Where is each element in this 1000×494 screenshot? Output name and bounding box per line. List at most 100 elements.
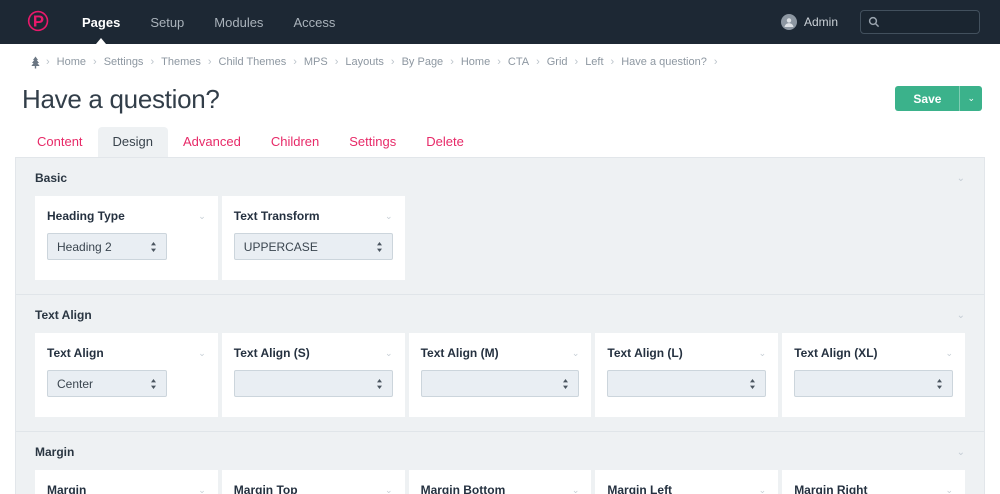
nav-item-modules[interactable]: Modules	[199, 0, 278, 44]
field-label: Margin Right	[794, 483, 868, 494]
tab-settings[interactable]: Settings	[334, 127, 411, 157]
nav-menu: Pages Setup Modules Access	[67, 0, 350, 44]
search-input[interactable]	[886, 16, 972, 28]
section-collapse-chevron-icon[interactable]: ⌄	[957, 310, 965, 321]
breadcrumb-item[interactable]: MPS	[304, 56, 328, 68]
field-label-row: Text Align (XL) ⌄	[794, 346, 953, 360]
field-grid: Margin ⌄ Medium is a good starting point…	[35, 470, 965, 494]
breadcrumb-separator: ›	[207, 56, 212, 68]
breadcrumb-separator: ›	[610, 56, 615, 68]
section-title: Basic	[35, 171, 68, 185]
field-collapse-chevron-icon[interactable]: ⌄	[198, 211, 206, 222]
field-label-row: Text Transform ⌄	[234, 209, 393, 223]
field-label: Text Align (M)	[420, 346, 499, 360]
tab-bar: Content Design Advanced Children Setting…	[0, 127, 1000, 157]
nav-search-box[interactable]	[860, 10, 980, 34]
section-header: Basic ⌄	[35, 171, 965, 185]
breadcrumb-item[interactable]: Home	[461, 56, 490, 68]
select-text-transform[interactable]: UPPERCASE	[233, 233, 393, 260]
field-collapse-chevron-icon[interactable]: ⌄	[385, 211, 393, 222]
tab-children[interactable]: Children	[256, 127, 334, 157]
field-collapse-chevron-icon[interactable]: ⌄	[572, 348, 580, 359]
breadcrumb-item[interactable]: CTA	[508, 56, 529, 68]
field-label-row: Margin Right ⌄	[794, 483, 953, 494]
nav-item-pages[interactable]: Pages	[67, 0, 135, 44]
breadcrumb-separator: ›	[450, 56, 454, 68]
tab-delete[interactable]: Delete	[411, 127, 479, 157]
save-dropdown-button[interactable]: ⌄	[959, 86, 982, 111]
field-collapse-chevron-icon[interactable]: ⌄	[759, 485, 767, 494]
breadcrumb-item[interactable]: Home	[57, 56, 86, 68]
field-label-row: Margin Top ⌄	[234, 483, 393, 494]
tab-design[interactable]: Design	[97, 127, 169, 157]
title-row: Have a question? Save ⌄	[0, 80, 1000, 115]
field-label-row: Margin Bottom ⌄	[421, 483, 580, 494]
field-label-row: Text Align (S) ⌄	[234, 346, 393, 360]
section-collapse-chevron-icon[interactable]: ⌄	[957, 447, 965, 458]
breadcrumb-item[interactable]: Child Themes	[219, 56, 287, 68]
breadcrumb-separator: ›	[536, 56, 540, 68]
field-collapse-chevron-icon[interactable]: ⌄	[385, 485, 393, 494]
select-text-align-l-[interactable]	[607, 370, 767, 397]
field-label: Margin Bottom	[420, 483, 506, 494]
nav-item-access[interactable]: Access	[278, 0, 350, 44]
breadcrumb-item[interactable]: Themes	[161, 56, 201, 68]
field-label-row: Heading Type ⌄	[47, 209, 206, 223]
admin-user-menu[interactable]: Admin	[780, 14, 838, 30]
save-split-button: Save ⌄	[895, 86, 982, 111]
breadcrumb-item[interactable]: Settings	[104, 56, 144, 68]
field-label-row: Margin Left ⌄	[607, 483, 766, 494]
breadcrumb-item[interactable]: Have a question?	[621, 56, 707, 68]
field-collapse-chevron-icon[interactable]: ⌄	[198, 348, 206, 359]
field-cell: Heading Type ⌄ Heading 2	[35, 196, 218, 280]
tab-content[interactable]: Content	[22, 127, 98, 157]
breadcrumb-item[interactable]: Grid	[547, 56, 568, 68]
field-collapse-chevron-icon[interactable]: ⌄	[945, 485, 953, 494]
nav-item-label: Pages	[82, 14, 121, 30]
field-cell: Text Transform ⌄ UPPERCASE	[221, 196, 405, 280]
field-collapse-chevron-icon[interactable]: ⌄	[945, 348, 953, 359]
breadcrumb-separator: ›	[46, 56, 50, 68]
nav-item-label: Access	[293, 14, 336, 30]
chevron-down-icon: ⌄	[967, 93, 975, 103]
admin-user-label: Admin	[803, 15, 838, 29]
breadcrumb-item[interactable]: By Page	[402, 56, 444, 68]
field-label: Text Align (S)	[233, 346, 310, 360]
nav-item-label: Setup	[150, 14, 185, 30]
field-label: Text Align (XL)	[794, 346, 878, 360]
breadcrumb-separator: ›	[574, 56, 579, 68]
breadcrumb-separator: ›	[293, 56, 297, 68]
tab-advanced[interactable]: Advanced	[168, 127, 256, 157]
select-updown-arrows-icon	[150, 241, 157, 253]
field-grid: Text Align ⌄ Center Text Align (S) ⌄ Tex…	[35, 333, 965, 417]
breadcrumb: › Home › Settings › Themes › Child Theme…	[0, 44, 1000, 80]
field-label-row: Margin ⌄	[47, 483, 206, 494]
field-label: Margin	[47, 483, 87, 494]
section-collapse-chevron-icon[interactable]: ⌄	[957, 173, 965, 184]
select-updown-arrows-icon	[749, 378, 756, 390]
nav-item-setup[interactable]: Setup	[135, 0, 199, 44]
select-text-align-m-[interactable]	[420, 370, 580, 397]
field-collapse-chevron-icon[interactable]: ⌄	[759, 348, 767, 359]
field-collapse-chevron-icon[interactable]: ⌄	[572, 485, 580, 494]
top-nav-bar: ℗ Pages Setup Modules Access Admin	[0, 0, 1000, 44]
select-heading-type[interactable]: Heading 2	[47, 233, 167, 260]
perch-logo[interactable]: ℗	[23, 7, 53, 37]
nav-right-cluster: Admin	[780, 10, 1000, 34]
field-cell: Margin Bottom ⌄ Remove Bottom	[408, 470, 592, 494]
select-text-align-xl-[interactable]	[794, 370, 953, 397]
field-collapse-chevron-icon[interactable]: ⌄	[385, 348, 393, 359]
field-cell: Text Align (M) ⌄	[408, 333, 592, 417]
field-cell: Margin Top ⌄	[221, 470, 405, 494]
select-updown-arrows-icon	[376, 378, 383, 390]
breadcrumb-item[interactable]: Layouts	[345, 56, 384, 68]
breadcrumb-item[interactable]: Left	[585, 56, 603, 68]
save-button[interactable]: Save	[895, 86, 959, 111]
field-collapse-chevron-icon[interactable]: ⌄	[198, 485, 206, 494]
nav-item-label: Modules	[214, 14, 264, 30]
select-text-align-s-[interactable]	[233, 370, 393, 397]
site-tree-icon[interactable]	[30, 56, 41, 69]
select-text-align[interactable]: Center	[47, 370, 167, 397]
field-cell: Margin ⌄ Medium is a good starting point	[35, 470, 218, 494]
field-cell: Text Align ⌄ Center	[35, 333, 218, 417]
